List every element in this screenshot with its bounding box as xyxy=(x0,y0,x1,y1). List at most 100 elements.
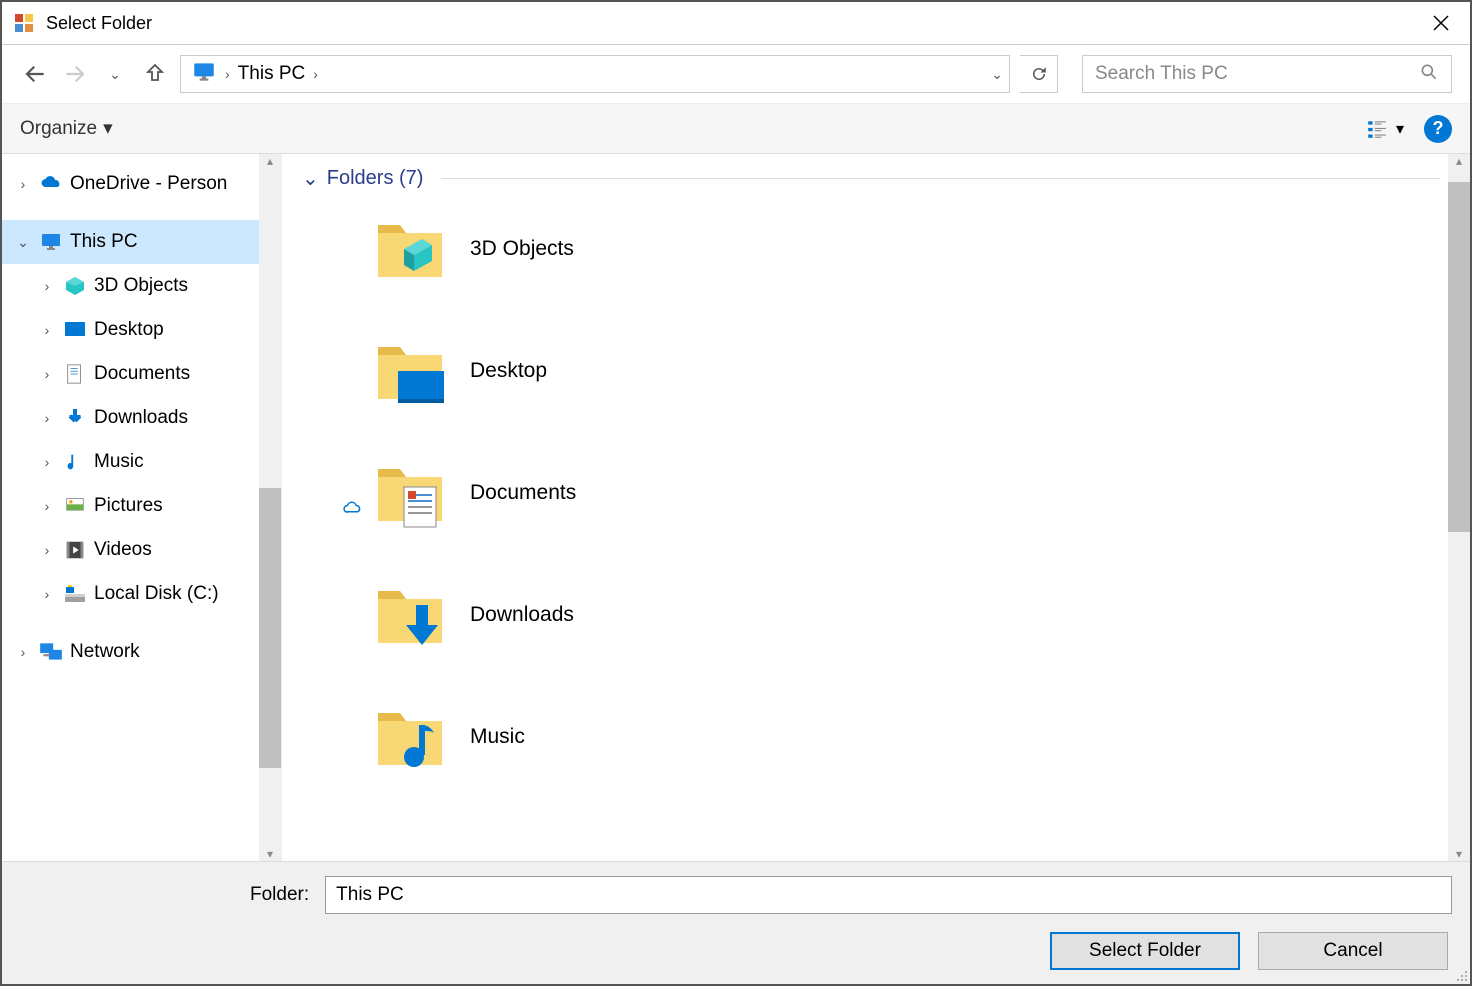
dialog-body: › OneDrive - Person ⌄ This PC › 3D Objec… xyxy=(2,154,1470,861)
scroll-down-icon[interactable]: ▾ xyxy=(1456,847,1462,861)
breadcrumb-location[interactable]: This PC xyxy=(238,63,306,85)
chevron-down-icon: ⌄ xyxy=(302,166,319,191)
search-input[interactable] xyxy=(1095,63,1419,85)
back-button[interactable] xyxy=(20,59,50,89)
view-options-button[interactable]: ▾ xyxy=(1366,118,1404,140)
folder-label: Downloads xyxy=(470,603,574,627)
tree-item-3d-objects[interactable]: › 3D Objects xyxy=(2,264,259,308)
pc-icon xyxy=(38,229,64,255)
tree-label: Desktop xyxy=(94,319,164,341)
tree-item-videos[interactable]: › Videos xyxy=(2,528,259,572)
tree-label: 3D Objects xyxy=(94,275,188,297)
expander-icon[interactable]: › xyxy=(14,176,32,192)
chevron-down-icon: ▾ xyxy=(1396,119,1404,139)
dialog-footer: Folder: Select Folder Cancel xyxy=(2,861,1470,984)
folder-music[interactable]: Music xyxy=(372,699,1470,775)
select-folder-button[interactable]: Select Folder xyxy=(1050,932,1240,970)
expander-icon[interactable]: › xyxy=(38,586,56,602)
forward-button[interactable] xyxy=(60,59,90,89)
title-bar: Select Folder xyxy=(2,2,1470,44)
scrollbar-thumb[interactable] xyxy=(1448,182,1470,532)
tree-item-thispc[interactable]: ⌄ This PC xyxy=(2,220,259,264)
tree-item-downloads[interactable]: › Downloads xyxy=(2,396,259,440)
tree-label: Videos xyxy=(94,539,152,561)
expander-icon[interactable]: › xyxy=(38,454,56,470)
address-bar[interactable]: › This PC › ⌄ xyxy=(180,55,1010,93)
folder-3d-objects[interactable]: 3D Objects xyxy=(372,211,1470,287)
tree-item-desktop[interactable]: › Desktop xyxy=(2,308,259,352)
expander-icon[interactable]: › xyxy=(38,542,56,558)
tree-label: Documents xyxy=(94,363,190,385)
folder-icon xyxy=(372,211,448,287)
tree-label: Music xyxy=(94,451,144,473)
drive-icon xyxy=(62,581,88,607)
network-icon xyxy=(38,639,64,665)
folder-downloads[interactable]: Downloads xyxy=(372,577,1470,653)
tree-item-documents[interactable]: › Documents xyxy=(2,352,259,396)
command-bar: Organize ▾ ▾ ? xyxy=(2,104,1470,154)
app-icon xyxy=(14,13,34,33)
pictures-icon xyxy=(62,493,88,519)
refresh-button[interactable] xyxy=(1020,55,1058,93)
section-title: Folders (7) xyxy=(327,167,424,190)
breadcrumb-separator[interactable]: › xyxy=(313,66,318,82)
scroll-up-icon[interactable]: ▴ xyxy=(267,154,273,168)
expander-icon[interactable]: › xyxy=(38,498,56,514)
folders-section-header[interactable]: ⌄ Folders (7) xyxy=(302,166,1470,191)
downloads-icon xyxy=(62,405,88,431)
documents-icon xyxy=(62,361,88,387)
sidebar-scrollbar[interactable]: ▴ ▾ xyxy=(259,154,281,861)
expander-icon[interactable]: › xyxy=(38,366,56,382)
cloud-sync-icon xyxy=(342,498,362,523)
scroll-up-icon[interactable]: ▴ xyxy=(1456,154,1462,168)
tree-item-pictures[interactable]: › Pictures xyxy=(2,484,259,528)
breadcrumb-separator: › xyxy=(225,66,230,82)
address-dropdown[interactable]: ⌄ xyxy=(991,66,1003,83)
close-button[interactable] xyxy=(1416,3,1466,43)
navigation-bar: ⌄ › This PC › ⌄ xyxy=(2,44,1470,104)
tree-label: Downloads xyxy=(94,407,188,429)
scroll-down-icon[interactable]: ▾ xyxy=(267,847,273,861)
tree-item-local-disk[interactable]: › Local Disk (C:) xyxy=(2,572,259,616)
folder-documents[interactable]: Documents xyxy=(372,455,1470,531)
content-pane: ⌄ Folders (7) 3D Objects xyxy=(282,154,1470,861)
organize-label: Organize xyxy=(20,118,97,140)
tree-label: OneDrive - Person xyxy=(70,173,227,195)
tree-item-onedrive[interactable]: › OneDrive - Person xyxy=(2,162,259,206)
music-icon xyxy=(62,449,88,475)
scrollbar-thumb[interactable] xyxy=(259,488,281,768)
expander-icon[interactable]: › xyxy=(38,410,56,426)
tree-item-music[interactable]: › Music xyxy=(2,440,259,484)
section-divider xyxy=(441,178,1440,179)
folder-icon xyxy=(372,333,448,409)
folder-label: Folder: xyxy=(250,884,309,906)
recent-locations-button[interactable]: ⌄ xyxy=(100,59,130,89)
search-icon xyxy=(1419,62,1439,87)
resize-grip[interactable] xyxy=(1454,968,1470,984)
folder-icon xyxy=(372,577,448,653)
folder-icon xyxy=(372,455,448,531)
tree-label: This PC xyxy=(70,231,138,253)
expander-icon[interactable]: › xyxy=(38,278,56,294)
expander-icon[interactable]: › xyxy=(38,322,56,338)
folder-label: Music xyxy=(470,725,525,749)
search-box[interactable] xyxy=(1082,55,1452,93)
content-scrollbar[interactable]: ▴ ▾ xyxy=(1448,154,1470,861)
folder-icon xyxy=(372,699,448,775)
expander-icon[interactable]: › xyxy=(14,644,32,660)
up-button[interactable] xyxy=(140,59,170,89)
folder-desktop[interactable]: Desktop xyxy=(372,333,1470,409)
folder-label: Desktop xyxy=(470,359,547,383)
folder-tree: › OneDrive - Person ⌄ This PC › 3D Objec… xyxy=(2,154,259,861)
chevron-down-icon: ▾ xyxy=(103,117,113,140)
3d-objects-icon xyxy=(62,273,88,299)
expander-icon[interactable]: ⌄ xyxy=(14,234,32,251)
folder-label: Documents xyxy=(470,481,576,505)
dialog-buttons: Select Folder Cancel xyxy=(20,932,1452,970)
folder-name-input[interactable] xyxy=(325,876,1452,914)
folder-name-row: Folder: xyxy=(20,876,1452,914)
cancel-button[interactable]: Cancel xyxy=(1258,932,1448,970)
tree-item-network[interactable]: › Network xyxy=(2,630,259,674)
organize-menu[interactable]: Organize ▾ xyxy=(20,117,113,140)
help-button[interactable]: ? xyxy=(1424,115,1452,143)
